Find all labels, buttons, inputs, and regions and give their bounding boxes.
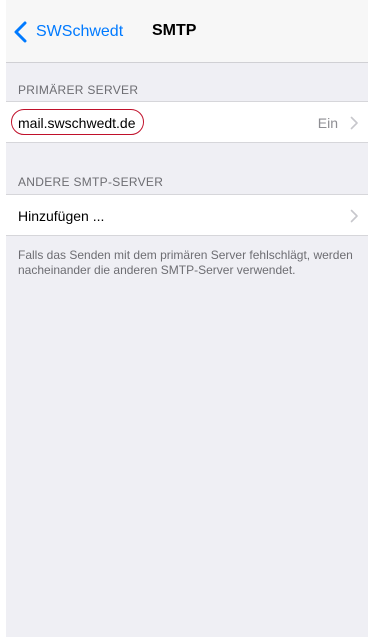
primary-server-status: Ein [317, 115, 338, 131]
page-title: SMTP [152, 22, 197, 39]
add-server-row[interactable]: Hinzufügen ... [6, 194, 368, 236]
primary-server-name: mail.swschwedt.de [18, 115, 136, 131]
primary-server-row[interactable]: mail.swschwedt.de Ein [6, 101, 368, 143]
chevron-right-icon [350, 116, 358, 130]
add-server-label: Hinzufügen ... [18, 208, 105, 224]
chevron-right-icon [350, 209, 358, 223]
back-button[interactable]: SWSchwedt [12, 18, 123, 46]
smtp-settings-screen: SWSchwedt SMTP PRIMÄRER SERVER mail.swsc… [6, 0, 368, 637]
back-button-label: SWSchwedt [36, 23, 124, 40]
primary-server-header: PRIMÄRER SERVER [18, 83, 139, 97]
other-servers-header: ANDERE SMTP-SERVER [18, 175, 164, 189]
chevron-left-icon [14, 21, 27, 43]
other-servers-footer: Falls das Senden mit dem primären Server… [18, 248, 353, 277]
navigation-bar: SWSchwedt SMTP [6, 0, 368, 63]
